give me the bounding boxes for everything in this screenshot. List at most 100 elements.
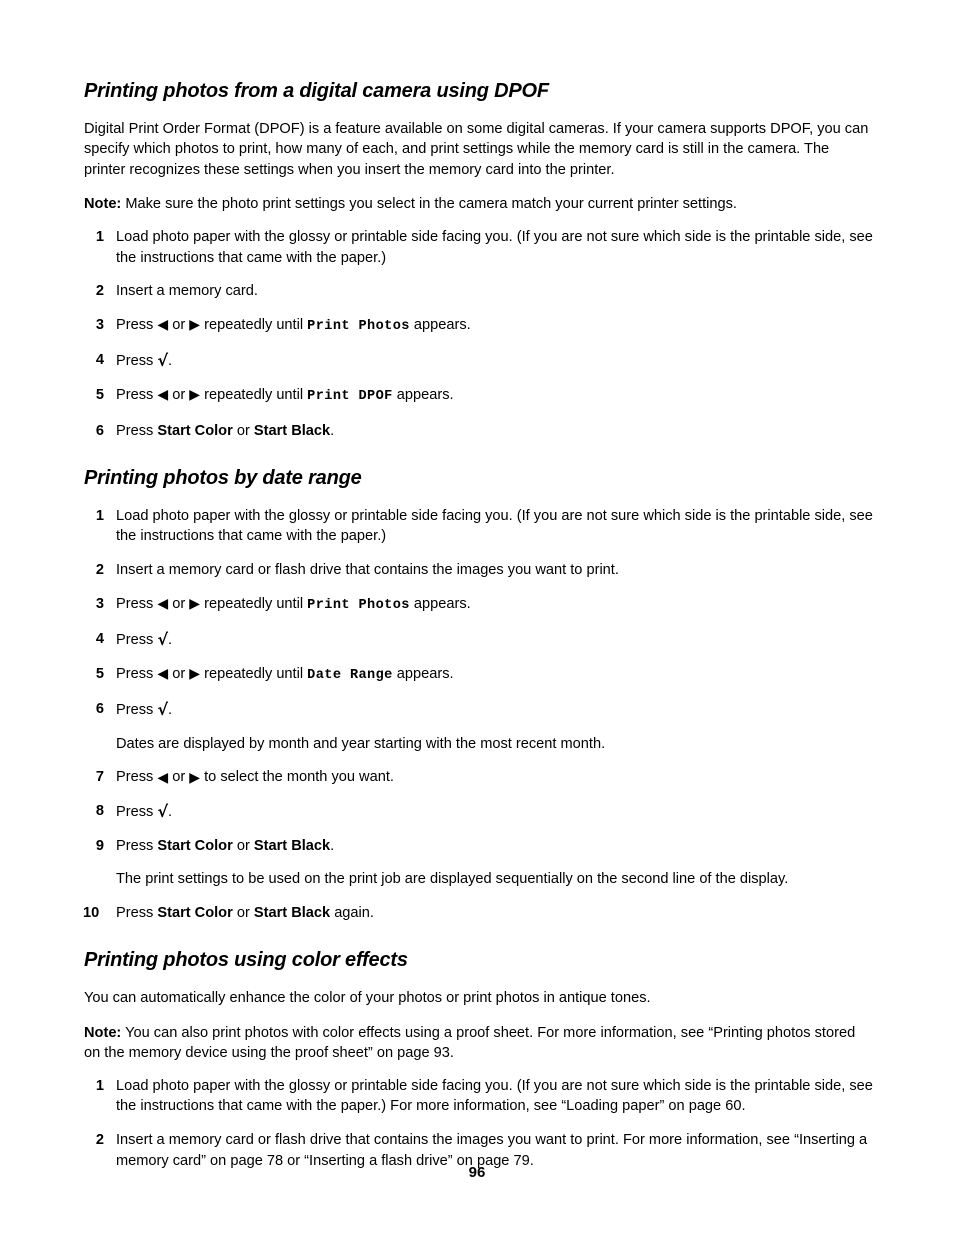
step-item: 6 Press √. Dates are displayed by month … <box>84 699 874 754</box>
step-number: 3 <box>95 595 104 612</box>
step-tail-text: appears. <box>413 595 471 612</box>
page-content: Printing photos from a digital camera us… <box>83 80 874 1171</box>
step-item: 3 Press ◀ or ▶ repeatedly until Print Ph… <box>84 594 874 617</box>
or-label: or <box>236 837 250 854</box>
step-text: Load photo paper with the glossy or prin… <box>116 507 873 545</box>
checkmark-icon: √ <box>157 700 169 720</box>
step-text: Press ◀ or ▶ repeatedly until Print Phot… <box>116 315 874 338</box>
intro-paragraph-dpof: Digital Print Order Format (DPOF) is a f… <box>84 120 869 178</box>
left-arrow-icon: ◀ <box>157 666 169 683</box>
step-text: Press √. <box>116 350 874 372</box>
press-label: Press <box>116 632 154 649</box>
press-label: Press <box>116 595 154 612</box>
step-tail-text: appears. <box>396 665 454 682</box>
step-mid-text: repeatedly until <box>204 665 304 682</box>
display-text: Date Range <box>307 667 393 683</box>
step-number: 7 <box>95 769 104 786</box>
step-tail-text: again. <box>330 904 374 921</box>
or-label: or <box>172 665 186 682</box>
step-item: 4 Press √. <box>84 629 874 651</box>
right-arrow-icon: ▶ <box>189 317 201 334</box>
step-item: 1 Load photo paper with the glossy or pr… <box>84 227 874 268</box>
step-sub-paragraph: Dates are displayed by month and year st… <box>116 735 606 752</box>
step-text: Press ◀ or ▶ repeatedly until Print DPOF… <box>116 385 874 408</box>
note-dpof: Note: Make sure the photo print settings… <box>84 194 874 215</box>
steps-list-dpof: 1 Load photo paper with the glossy or pr… <box>84 227 874 441</box>
step-text: Press √. <box>116 801 874 823</box>
step-mid-text: repeatedly until <box>204 316 304 333</box>
or-label: or <box>236 422 250 439</box>
period: . <box>330 422 335 439</box>
step-item: 5 Press ◀ or ▶ repeatedly until Print DP… <box>84 385 874 408</box>
step-sub-paragraph: The print settings to be used on the pri… <box>116 871 789 888</box>
step-mid-text: to select the month you want. <box>204 769 394 786</box>
step-item: 9 Press Start Color or Start Black. The … <box>84 836 874 890</box>
start-color-button-label: Start Color <box>157 837 233 854</box>
left-arrow-icon: ◀ <box>157 769 169 786</box>
step-item: 3 Press ◀ or ▶ repeatedly until Print Ph… <box>84 315 874 338</box>
section-heading-date-range: Printing photos by date range <box>84 467 362 490</box>
step-number: 5 <box>95 665 104 682</box>
step-number: 1 <box>95 228 104 245</box>
step-text: Press ◀ or ▶ repeatedly until Print Phot… <box>116 594 874 617</box>
start-color-button-label: Start Color <box>157 422 233 439</box>
note-text: You can also print photos with color eff… <box>84 1024 856 1062</box>
right-arrow-icon: ▶ <box>189 596 201 612</box>
step-mid-text: repeatedly until <box>204 386 304 403</box>
step-item: 4 Press √. <box>84 350 874 372</box>
press-label: Press <box>116 769 154 786</box>
left-arrow-icon: ◀ <box>157 596 169 612</box>
step-text: Press √. Dates are displayed by month an… <box>116 699 874 754</box>
step-text: Press Start Color or Start Black. <box>116 421 874 442</box>
step-number: 1 <box>95 1077 104 1094</box>
display-text: Print Photos <box>307 597 410 613</box>
section-heading-dpof: Printing photos from a digital camera us… <box>84 80 549 102</box>
press-label: Press <box>116 665 154 682</box>
step-item: 1 Load photo paper with the glossy or pr… <box>84 1076 874 1117</box>
note-color-effects: Note: You can also print photos with col… <box>84 1023 874 1064</box>
left-arrow-icon: ◀ <box>157 317 169 334</box>
step-text: Press Start Color or Start Black again. <box>116 903 874 924</box>
or-label: or <box>236 904 250 921</box>
step-tail-text: appears. <box>413 316 471 333</box>
press-label: Press <box>116 386 154 403</box>
press-label: Press <box>116 702 154 719</box>
left-arrow-icon: ◀ <box>157 387 169 404</box>
step-number: 4 <box>95 631 104 648</box>
checkmark-icon: √ <box>157 630 169 650</box>
press-label: Press <box>116 353 154 370</box>
display-text: Print Photos <box>307 318 410 334</box>
checkmark-icon: √ <box>157 351 169 371</box>
or-label: or <box>172 595 186 612</box>
step-number: 4 <box>95 352 104 369</box>
note-label: Note: <box>84 196 122 213</box>
note-label: Note: <box>84 1024 122 1041</box>
display-text: Print DPOF <box>307 388 393 404</box>
step-text: Press √. <box>116 629 874 651</box>
start-black-button-label: Start Black <box>253 837 331 854</box>
step-item: 10 Press Start Color or Start Black agai… <box>83 903 874 924</box>
checkmark-icon: √ <box>157 802 169 822</box>
press-label: Press <box>116 804 154 821</box>
steps-list-color-effects: 1 Load photo paper with the glossy or pr… <box>84 1076 874 1171</box>
step-number: 6 <box>95 422 104 439</box>
step-number: 9 <box>95 837 104 854</box>
step-item: 1 Load photo paper with the glossy or pr… <box>84 506 874 547</box>
step-text: Press ◀ or ▶ repeatedly until Date Range… <box>116 664 874 687</box>
period: . <box>168 804 173 821</box>
step-number: 3 <box>95 316 104 333</box>
step-item: 7 Press ◀ or ▶ to select the month you w… <box>84 767 874 788</box>
step-number: 2 <box>95 283 104 300</box>
start-black-button-label: Start Black <box>253 422 331 439</box>
step-item: 8 Press √. <box>84 801 874 823</box>
step-number: 2 <box>95 1132 104 1148</box>
step-text: Press Start Color or Start Black. The pr… <box>116 836 874 890</box>
press-label: Press <box>116 316 154 333</box>
press-label: Press <box>116 837 154 854</box>
step-number: 2 <box>95 561 104 578</box>
or-label: or <box>172 316 186 333</box>
step-item: 2 Insert a memory card. <box>84 281 874 302</box>
step-item: 5 Press ◀ or ▶ repeatedly until Date Ran… <box>84 664 874 687</box>
document-page: Printing photos from a digital camera us… <box>0 0 954 1235</box>
press-label: Press <box>116 422 154 439</box>
